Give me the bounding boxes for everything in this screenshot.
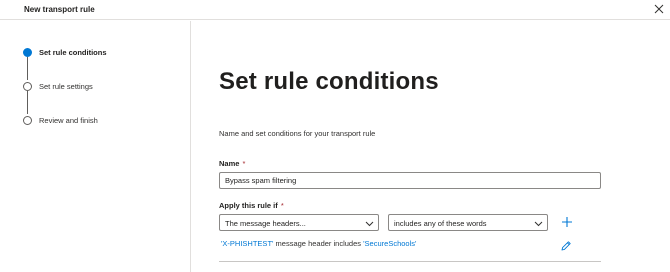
condition-operator-dropdown[interactable]: includes any of these words	[388, 214, 548, 231]
condition-label-text: Apply this rule if	[219, 201, 278, 210]
required-mark: *	[242, 159, 246, 168]
chevron-down-icon	[534, 221, 543, 227]
step-review-and-finish[interactable]: Review and finish	[23, 114, 98, 126]
panel-title: New transport rule	[24, 5, 95, 14]
main-content: Set rule conditions Name and set conditi…	[192, 21, 670, 272]
panel-header: New transport rule	[0, 0, 670, 20]
step-indicator	[23, 115, 32, 125]
page-title: Set rule conditions	[219, 68, 439, 95]
step-connector	[27, 57, 28, 80]
header-words-link[interactable]: 'SecureSchools'	[363, 239, 416, 248]
step-set-rule-settings[interactable]: Set rule settings	[23, 80, 93, 92]
header-name-link[interactable]: 'X-PHISHTEST'	[221, 239, 273, 248]
pencil-icon[interactable]	[560, 240, 572, 252]
condition-summary: 'X-PHISHTEST' message header includes 'S…	[221, 239, 416, 248]
step-label: Review and finish	[39, 115, 98, 125]
dropdown-value: includes any of these words	[394, 219, 487, 228]
required-mark: *	[280, 201, 284, 210]
step-label: Set rule settings	[39, 81, 93, 91]
step-connector	[27, 91, 28, 114]
chevron-down-icon	[365, 221, 374, 227]
step-indicator-active	[23, 47, 32, 57]
condition-property-dropdown[interactable]: The message headers...	[219, 214, 379, 231]
step-set-rule-conditions[interactable]: Set rule conditions	[23, 46, 107, 58]
name-input[interactable]	[219, 172, 601, 189]
close-icon[interactable]	[653, 3, 665, 15]
page-description: Name and set conditions for your transpo…	[219, 129, 376, 138]
condition-field-label: Apply this rule if *	[219, 201, 284, 210]
section-divider	[219, 261, 601, 262]
step-label: Set rule conditions	[39, 47, 107, 57]
dropdown-value: The message headers...	[225, 219, 306, 228]
step-indicator	[23, 81, 32, 91]
condition-summary-text: message header includes	[275, 239, 362, 248]
wizard-steps: Set rule conditions Set rule settings Re…	[0, 21, 191, 272]
name-field-label: Name *	[219, 159, 245, 168]
name-label-text: Name	[219, 159, 240, 168]
plus-icon[interactable]	[560, 215, 574, 229]
